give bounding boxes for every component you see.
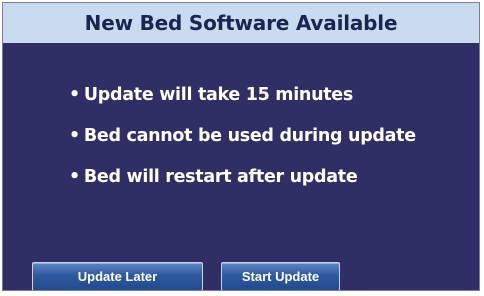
- dialog-title: New Bed Software Available: [84, 11, 398, 35]
- list-item: • Update will take 15 minutes: [69, 85, 416, 105]
- bullet-icon: •: [69, 85, 80, 105]
- bullet-text-unavailable: Bed cannot be used during update: [83, 126, 416, 146]
- software-update-dialog: New Bed Software Available • Update will …: [2, 2, 480, 291]
- bullet-text-restart: Bed will restart after update: [83, 167, 358, 187]
- update-info-list: • Update will take 15 minutes • Bed cannot…: [69, 85, 416, 208]
- update-later-button[interactable]: Update Later: [32, 262, 203, 290]
- bullet-icon: •: [69, 167, 80, 187]
- list-item: • Bed cannot be used during update: [69, 126, 416, 146]
- bullet-text-duration: Update will take 15 minutes: [83, 85, 353, 105]
- list-item: • Bed will restart after update: [69, 167, 416, 187]
- dialog-title-bar: New Bed Software Available: [3, 3, 479, 43]
- start-update-button[interactable]: Start Update: [221, 262, 340, 290]
- bullet-icon: •: [69, 126, 80, 146]
